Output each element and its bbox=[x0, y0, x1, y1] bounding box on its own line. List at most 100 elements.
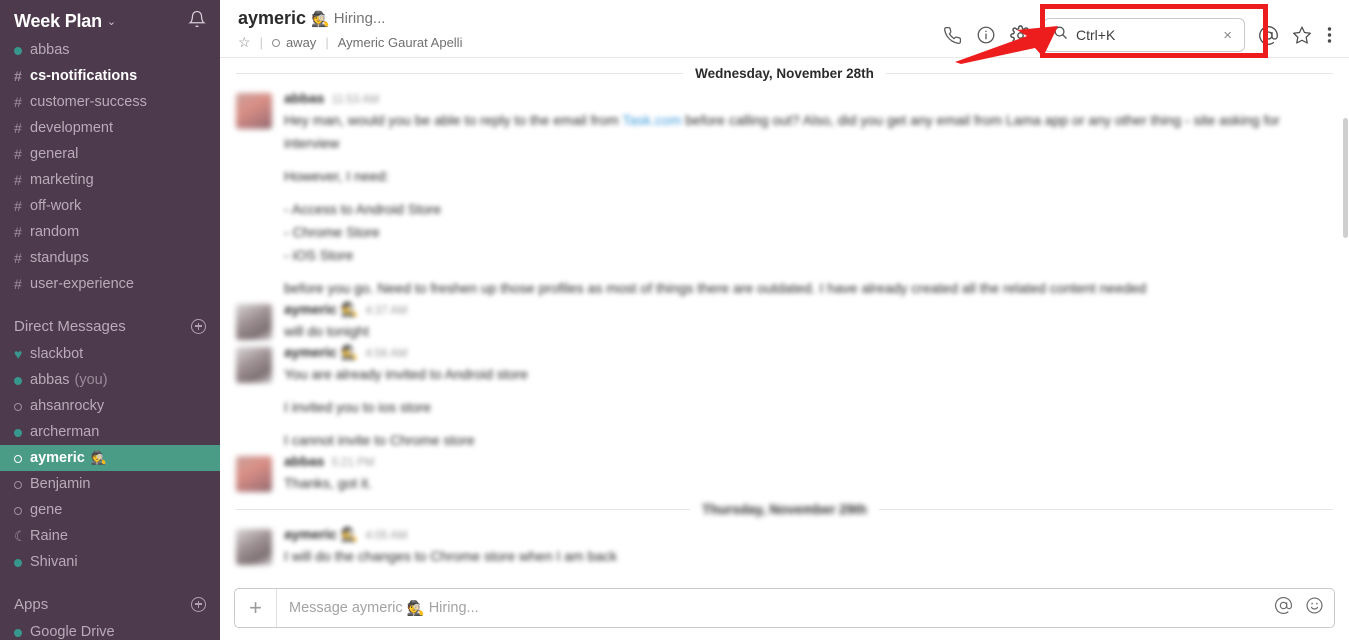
mention-icon[interactable] bbox=[1274, 596, 1293, 620]
presence-online-icon bbox=[14, 554, 30, 570]
item-label: off-work bbox=[30, 198, 82, 214]
sidebar-channel-development[interactable]: # development bbox=[0, 115, 220, 141]
composer-placeholder-prefix: Message aymeric bbox=[289, 600, 403, 616]
message-text: Thanks, got it. bbox=[284, 475, 372, 491]
composer-placeholder-suffix: Hiring... bbox=[428, 600, 479, 616]
avatar[interactable] bbox=[236, 304, 272, 340]
sidebar-dm-gene[interactable]: gene bbox=[0, 497, 220, 523]
sidebar-dm-abbas[interactable]: abbas (you) bbox=[0, 367, 220, 393]
conversation-identity: aymeric 🕵️ Hiring... ☆ | away | Aymeric … bbox=[238, 8, 462, 51]
workspace-name[interactable]: Week Plan bbox=[14, 11, 102, 32]
item-label: cs-notifications bbox=[30, 68, 138, 84]
member-full-name: Aymeric Gaurat Apelli bbox=[337, 35, 463, 50]
item-label: customer-success bbox=[30, 94, 147, 110]
item-label: Shivani bbox=[30, 554, 78, 570]
emoji-icon[interactable] bbox=[1305, 596, 1324, 620]
item-label: marketing bbox=[30, 172, 94, 188]
item-label: gene bbox=[30, 502, 63, 518]
item-label: ahsanrocky bbox=[30, 398, 105, 414]
sidebar-channel-abbas[interactable]: abbas bbox=[0, 37, 220, 63]
sidebar-dm-raine[interactable]: ☾ Raine bbox=[0, 523, 220, 549]
dm-section-label: Direct Messages bbox=[14, 317, 126, 335]
annotation-arrow-icon bbox=[955, 26, 1058, 64]
star-icon[interactable] bbox=[1285, 20, 1319, 50]
presence-online-icon bbox=[14, 424, 30, 440]
sidebar-channel-random[interactable]: # random bbox=[0, 219, 220, 245]
hash-icon: # bbox=[14, 146, 22, 162]
chevron-down-icon[interactable]: ⌄ bbox=[107, 15, 116, 28]
conversation-title[interactable]: aymeric 🕵️ Hiring... bbox=[238, 8, 462, 29]
hash-icon: # bbox=[14, 68, 22, 84]
hash-icon: # bbox=[14, 172, 22, 188]
sidebar-dm-ahsanrocky[interactable]: ahsanrocky bbox=[0, 393, 220, 419]
date-divider: Thursday, November 29th bbox=[220, 494, 1349, 524]
composer-actions bbox=[1274, 596, 1334, 620]
message-author[interactable]: abbas bbox=[284, 90, 324, 106]
scrollbar[interactable] bbox=[1343, 118, 1348, 238]
message-timestamp: 5:21 PM bbox=[331, 457, 375, 469]
sidebar: Week Plan ⌄ abbas # cs-notifications # custo… bbox=[0, 0, 220, 640]
search-wrapper: Ctrl+K × bbox=[1043, 18, 1245, 52]
message-author[interactable]: aymeric 🕵️ bbox=[284, 301, 358, 318]
presence-away-icon bbox=[14, 476, 30, 492]
search-box[interactable]: Ctrl+K × bbox=[1043, 18, 1245, 52]
hash-icon: # bbox=[14, 120, 22, 136]
sidebar-dm-shivani[interactable]: Shivani bbox=[0, 549, 220, 575]
dm-list: ♥ slackbot abbas (you) ahsanrocky archerman ay… bbox=[0, 341, 220, 575]
avatar[interactable] bbox=[236, 456, 272, 492]
star-outline-icon[interactable]: ☆ bbox=[238, 34, 251, 51]
heart-icon: ♥ bbox=[14, 346, 23, 362]
message-author[interactable]: abbas bbox=[284, 453, 324, 469]
hash-icon: # bbox=[14, 276, 22, 292]
message-author[interactable]: aymeric 🕵️ bbox=[284, 344, 358, 361]
avatar[interactable] bbox=[236, 347, 272, 383]
apps-section-label: Apps bbox=[14, 595, 49, 613]
sidebar-channel-off-work[interactable]: # off-work bbox=[0, 193, 220, 219]
message-text: - Chrome Store bbox=[284, 224, 380, 240]
message-list[interactable]: Wednesday, November 28th abbas 11:53 AM Hey… bbox=[220, 58, 1349, 582]
message-text: I cannot invite to Chrome store bbox=[284, 432, 475, 448]
message-text: However, I need: bbox=[284, 168, 390, 184]
presence-online-icon bbox=[14, 624, 30, 640]
apps-section-header[interactable]: Apps bbox=[0, 589, 220, 619]
bell-icon[interactable] bbox=[188, 10, 206, 33]
message-text: You are already invited to Android store bbox=[284, 366, 528, 382]
sidebar-channel-cs-notifications[interactable]: # cs-notifications bbox=[0, 63, 220, 89]
avatar[interactable] bbox=[236, 529, 272, 565]
date-divider: Wednesday, November 28th bbox=[220, 58, 1349, 88]
sidebar-channel-customer-success[interactable]: # customer-success bbox=[0, 89, 220, 115]
mention-icon[interactable] bbox=[1251, 20, 1285, 50]
sidebar-channel-standups[interactable]: # standups bbox=[0, 245, 220, 271]
sidebar-channel-marketing[interactable]: # marketing bbox=[0, 167, 220, 193]
sidebar-dm-aymeric[interactable]: aymeric 🕵️ bbox=[0, 445, 220, 471]
sidebar-dm-benjamin[interactable]: Benjamin bbox=[0, 471, 220, 497]
message-text: before you go. Need to freshen up those … bbox=[284, 280, 1147, 296]
presence-label: away bbox=[285, 35, 317, 50]
message-composer[interactable]: + Message aymeric 🕵️ Hiring... bbox=[234, 588, 1335, 628]
item-label: general bbox=[30, 146, 79, 162]
sidebar-app-google-drive[interactable]: Google Drive bbox=[0, 619, 220, 640]
workspace-header[interactable]: Week Plan ⌄ bbox=[0, 0, 220, 37]
message-author[interactable]: aymeric 🕵️ bbox=[284, 526, 358, 543]
item-label: random bbox=[30, 224, 80, 240]
conversation-name: aymeric bbox=[238, 8, 307, 28]
message-input[interactable]: Message aymeric 🕵️ Hiring... bbox=[277, 600, 1274, 617]
plus-circle-icon[interactable] bbox=[191, 596, 206, 612]
sidebar-dm-slackbot[interactable]: ♥ slackbot bbox=[0, 341, 220, 367]
item-label: Benjamin bbox=[30, 476, 91, 492]
plus-circle-icon[interactable] bbox=[191, 318, 206, 334]
search-input[interactable]: Ctrl+K bbox=[1076, 27, 1220, 43]
avatar[interactable] bbox=[236, 93, 272, 129]
plus-icon[interactable]: + bbox=[235, 589, 277, 627]
clear-icon[interactable]: × bbox=[1220, 27, 1235, 44]
item-sublabel: (you) bbox=[74, 372, 108, 388]
dm-section-header[interactable]: Direct Messages bbox=[0, 311, 220, 341]
conversation-header: aymeric 🕵️ Hiring... ☆ | away | Aymeric … bbox=[220, 0, 1349, 58]
sidebar-channel-user-experience[interactable]: # user-experience bbox=[0, 271, 220, 297]
hash-icon: # bbox=[14, 224, 22, 240]
sidebar-dm-archerman[interactable]: archerman bbox=[0, 419, 220, 445]
meta-divider: | bbox=[325, 35, 329, 50]
message-timestamp: 4:56 AM bbox=[365, 348, 408, 360]
kebab-menu-icon[interactable] bbox=[1319, 20, 1339, 50]
sidebar-channel-general[interactable]: # general bbox=[0, 141, 220, 167]
